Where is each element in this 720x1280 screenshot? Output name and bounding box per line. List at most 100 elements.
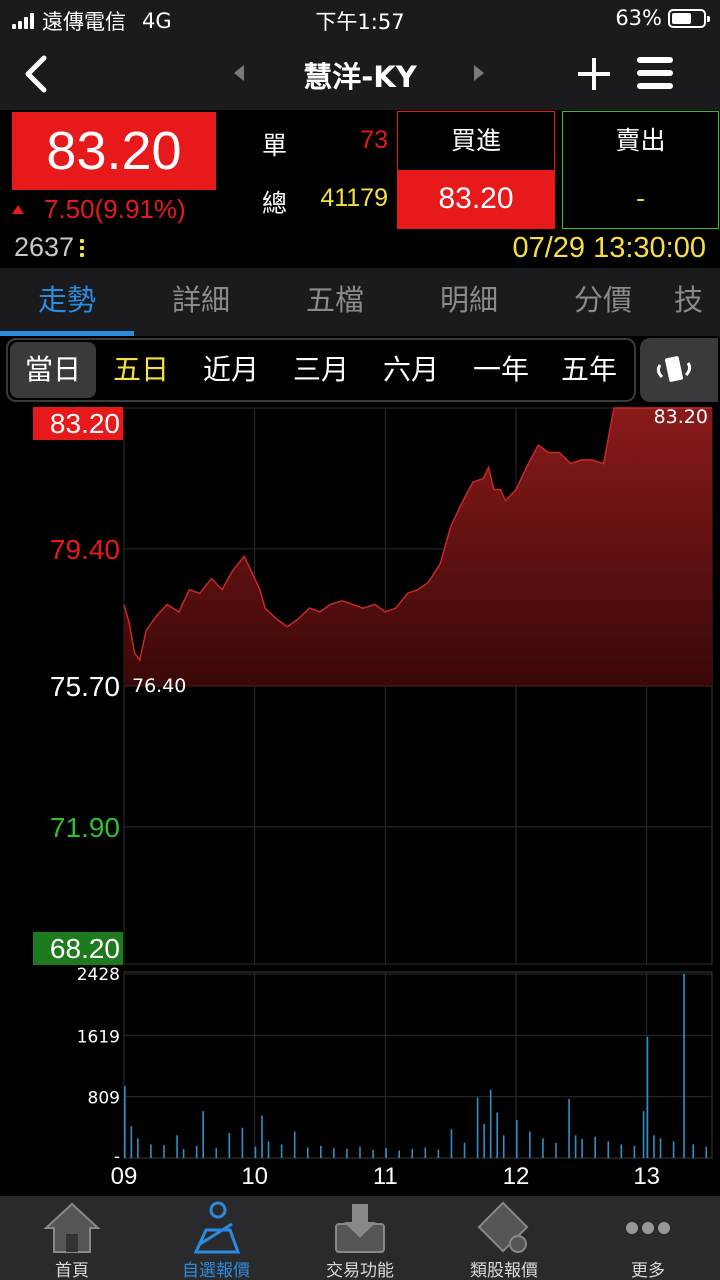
volume-bar [450, 1129, 453, 1158]
sector-icon [477, 1201, 529, 1253]
sell-price: - [635, 184, 646, 213]
nav-watchlist-label: 自選報價 [182, 1261, 250, 1280]
volume-bar [254, 1146, 257, 1158]
battery-icon [668, 8, 710, 28]
volume-bar [130, 1126, 133, 1158]
tab-ticks[interactable]: 明細 [402, 268, 536, 336]
trade-icon [335, 1204, 385, 1253]
volume-row: 2637 [14, 232, 85, 263]
period-6month[interactable]: 六月 [368, 340, 454, 400]
price-area [124, 408, 712, 686]
more-icon [626, 1222, 670, 1234]
rotate-screen-icon [656, 356, 692, 382]
volume-bar [594, 1136, 596, 1158]
quote-datetime: 07/29 13:30:00 [512, 232, 706, 264]
volume-bar [476, 1097, 479, 1158]
time-tick-label: 09 [111, 1163, 138, 1190]
status-bar: 遠傳電信 4G 下午1:57 63% [0, 0, 720, 38]
nav-more[interactable]: 更多 [576, 1196, 720, 1280]
price-tick-label: 71.90 [50, 812, 120, 843]
add-icon[interactable] [574, 52, 614, 96]
volume-bar [306, 1147, 309, 1158]
volume-bar [568, 1098, 570, 1158]
volume-bar [411, 1148, 414, 1158]
volume-bar [293, 1131, 296, 1158]
period-bar: 當日 五日 近月 三月 六月 一年 五年 [0, 336, 720, 406]
volume-bar [646, 1036, 649, 1158]
tab-five-level[interactable]: 五檔 [268, 268, 402, 336]
more-dots-icon[interactable] [80, 238, 85, 257]
last-price: 83.20 [12, 112, 216, 190]
time-tick-label: 11 [373, 1163, 398, 1190]
volume-bar [359, 1146, 361, 1158]
volume-bar [659, 1138, 662, 1158]
sell-label: 賣出 [615, 126, 666, 155]
volume-value: 2637 [14, 232, 75, 262]
price-tick-label: 79.40 [50, 534, 120, 565]
period-5day[interactable]: 五日 [98, 340, 184, 400]
volume-bar [346, 1148, 348, 1158]
volume-bar [215, 1148, 218, 1158]
bottom-nav: 首頁 自選報價 交易功能 類股報價 更多 [0, 1196, 720, 1280]
volume-bar [502, 1135, 505, 1158]
volume-bar [385, 1148, 387, 1158]
buy-label: 買進 [450, 126, 501, 155]
nav-sector[interactable]: 類股報價 [432, 1196, 576, 1280]
volume-bar [692, 1144, 694, 1158]
volume-bar [124, 1086, 126, 1158]
sell-button[interactable]: 賣出 - [562, 111, 719, 229]
tab-trend[interactable]: 走勢 [0, 268, 134, 336]
nav-more-label: 更多 [631, 1261, 665, 1280]
volume-tick-label: 1619 [77, 1027, 120, 1047]
volume-bar [424, 1147, 427, 1158]
period-intraday[interactable]: 當日 [10, 342, 96, 398]
buy-price: 83.20 [398, 170, 554, 228]
volume-bar [182, 1148, 185, 1158]
price-change: 7.50(9.91%) [12, 194, 186, 225]
quote-panel: 83.20 7.50(9.91%) 單 73 總 41179 買進 83.20 … [0, 110, 720, 268]
period-5year[interactable]: 五年 [546, 340, 632, 400]
nav-trade[interactable]: 交易功能 [288, 1196, 432, 1280]
nav-home[interactable]: 首頁 [0, 1196, 144, 1280]
period-1month[interactable]: 近月 [188, 340, 274, 400]
volume-bar [555, 1142, 557, 1158]
volume-bar [228, 1132, 231, 1158]
period-1year[interactable]: 一年 [458, 340, 544, 400]
watchlist-icon [193, 1201, 241, 1254]
nav-watchlist[interactable]: 自選報價 [144, 1196, 288, 1280]
menu-icon[interactable] [636, 54, 674, 92]
price-tick-label: 75.70 [50, 671, 120, 702]
tab-price-distribution[interactable]: 分價 [536, 268, 670, 336]
up-arrow-icon [12, 205, 24, 214]
clock: 下午1:57 [315, 10, 405, 34]
volume-bar [372, 1149, 374, 1158]
nav-home-label: 首頁 [55, 1261, 89, 1280]
volume-bar [620, 1144, 623, 1158]
volume-bar [333, 1148, 335, 1158]
period-3month[interactable]: 三月 [278, 340, 364, 400]
nav-bar: 慧洋-KY [0, 38, 720, 110]
volume-tick-label: 809 [88, 1089, 120, 1109]
volume-bar [320, 1145, 322, 1158]
volume-bar [574, 1135, 577, 1158]
total-volume-value: 41179 [320, 184, 388, 212]
volume-bar [683, 974, 685, 1158]
volume-bar [176, 1135, 178, 1158]
volume-bar [607, 1141, 610, 1158]
volume-bar [633, 1145, 636, 1158]
rotate-button[interactable] [640, 338, 718, 402]
time-tick-label: 13 [633, 1163, 660, 1190]
tab-detail[interactable]: 詳細 [134, 268, 268, 336]
volume-bar [516, 1120, 518, 1158]
volume-bar [542, 1138, 544, 1158]
tab-technical[interactable]: 技 [670, 268, 720, 336]
nav-trade-label: 交易功能 [326, 1261, 394, 1280]
buy-button[interactable]: 買進 83.20 [397, 111, 555, 229]
low-annotation: 76.40 [132, 675, 186, 697]
volume-bar [581, 1139, 583, 1158]
volume-bar [705, 1146, 708, 1158]
battery-percent: 63% [615, 6, 662, 30]
volume-tick-label: 2428 [77, 965, 120, 985]
high-annotation: 83.20 [654, 406, 708, 428]
next-stock-icon[interactable] [472, 63, 486, 83]
